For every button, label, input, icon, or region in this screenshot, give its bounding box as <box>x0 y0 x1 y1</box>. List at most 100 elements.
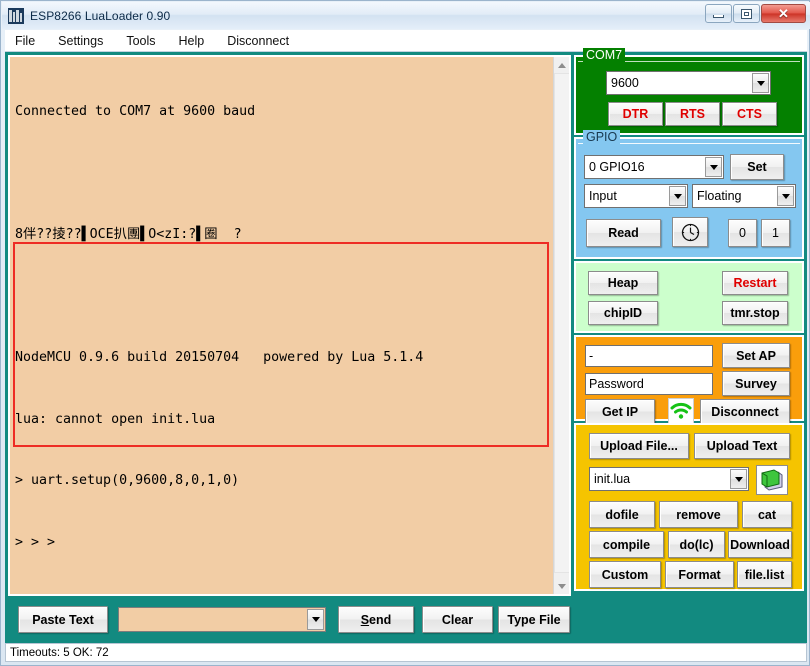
clock-icon <box>681 223 699 241</box>
terminal-line: 8伴??掕??▌OCE扒團▌O<zI:?▌圈 ? <box>15 227 242 242</box>
file-group: Upload File... Upload Text init.lua dofi <box>574 423 804 591</box>
terminal-panel: Connected to COM7 at 9600 baud 8伴??掕??▌O… <box>8 55 571 596</box>
send-label-rest: end <box>369 612 392 627</box>
gpio-group: GPIO 0 GPIO16 Set Input Floating Read 0 … <box>574 130 804 259</box>
paste-text-button[interactable]: Paste Text <box>18 606 108 633</box>
ssid-value: - <box>589 349 594 363</box>
chevron-down-icon <box>781 193 790 199</box>
scroll-up-button[interactable] <box>554 57 569 73</box>
chevron-down-icon <box>673 193 682 199</box>
chevron-down-icon-wrap[interactable] <box>777 186 794 206</box>
gpio-set-button[interactable]: Set <box>730 154 784 180</box>
gpio-read-button[interactable]: Read <box>586 219 661 247</box>
chevron-down-icon-wrap[interactable] <box>705 157 722 177</box>
tmr-stop-button[interactable]: tmr.stop <box>722 301 788 325</box>
heap-button[interactable]: Heap <box>588 271 658 295</box>
clear-button[interactable]: Clear <box>422 606 493 633</box>
send-label-accel: S <box>360 612 370 627</box>
window-title: ESP8266 LuaLoader 0.90 <box>30 8 171 23</box>
rts-button[interactable]: RTS <box>665 102 720 126</box>
format-button[interactable]: Format <box>665 561 734 588</box>
com-port-label: COM7 <box>583 48 626 62</box>
notebook-icon <box>761 469 783 491</box>
dtr-button[interactable]: DTR <box>608 102 663 126</box>
cts-button[interactable]: CTS <box>722 102 777 126</box>
type-file-button[interactable]: Type File <box>498 606 570 633</box>
compile-button[interactable]: compile <box>589 531 664 558</box>
close-icon: ✕ <box>778 6 789 21</box>
remove-button[interactable]: remove <box>659 501 738 528</box>
terminal-output[interactable]: Connected to COM7 at 9600 baud 8伴??掕??▌O… <box>10 57 554 594</box>
terminal-line: lua: cannot open init.lua <box>15 411 216 427</box>
get-ip-button[interactable]: Get IP <box>585 399 655 424</box>
right-panel: COM7 9600 DTR RTS CTS GPIO 0 GPIO16 Set … <box>574 48 804 659</box>
title-bar: ESP8266 LuaLoader 0.90 ✕ <box>2 2 810 29</box>
disconnect-button[interactable]: Disconnect <box>700 399 790 424</box>
menu-item-file[interactable]: File <box>13 33 37 49</box>
gpio-pull-select[interactable]: Floating <box>692 184 796 208</box>
upload-text-button[interactable]: Upload Text <box>694 433 790 459</box>
ssid-input[interactable]: - <box>585 345 713 367</box>
cat-button[interactable]: cat <box>742 501 792 528</box>
gpio-low-button[interactable]: 0 <box>728 219 757 247</box>
file-list-button[interactable]: file.list <box>737 561 792 588</box>
open-editor-button[interactable] <box>756 465 788 495</box>
baud-rate-value: 9600 <box>611 76 639 90</box>
gpio-label: GPIO <box>583 130 621 144</box>
baud-rate-select[interactable]: 9600 <box>606 71 771 95</box>
custom-button[interactable]: Custom <box>589 561 661 588</box>
upload-file-button[interactable]: Upload File... <box>589 433 689 459</box>
scroll-down-button[interactable] <box>554 578 569 594</box>
wifi-signal-indicator <box>668 398 694 424</box>
minimize-icon <box>713 14 724 18</box>
menu-item-settings[interactable]: Settings <box>56 33 105 49</box>
scrollbar-thumb[interactable] <box>554 73 569 573</box>
gpio-direction-select[interactable]: Input <box>584 184 688 208</box>
password-input[interactable]: Password <box>585 373 713 395</box>
chipid-button[interactable]: chipID <box>588 301 658 325</box>
set-ap-button[interactable]: Set AP <box>722 343 790 368</box>
menu-item-help[interactable]: Help <box>177 33 207 49</box>
filename-select[interactable]: init.lua <box>589 467 749 491</box>
gpio-high-button[interactable]: 1 <box>761 219 790 247</box>
status-bar: Timeouts: 5 OK: 72 <box>5 643 807 662</box>
command-history-dropdown[interactable] <box>307 609 324 630</box>
chevron-down-icon-wrap[interactable] <box>752 73 769 93</box>
close-button[interactable]: ✕ <box>761 4 806 23</box>
terminal-line: NodeMCU 0.9.6 build 20150704 powered by … <box>15 350 424 365</box>
gpio-direction-value: Input <box>589 189 617 203</box>
restart-button[interactable]: Restart <box>722 271 788 295</box>
send-button[interactable]: Send <box>338 606 414 633</box>
survey-button[interactable]: Survey <box>722 371 790 396</box>
chevron-down-icon <box>756 80 765 86</box>
gpio-pull-value: Floating <box>697 189 742 203</box>
gpio-pin-value: 0 GPIO16 <box>589 160 645 174</box>
chevron-down-icon <box>709 164 718 170</box>
chevron-down-icon <box>311 617 320 622</box>
node-command-group: Heap Restart chipID tmr.stop <box>574 261 804 333</box>
chevron-down-icon <box>558 583 566 589</box>
terminal-scrollbar[interactable] <box>553 57 569 594</box>
com-port-group: COM7 9600 DTR RTS CTS <box>574 48 804 135</box>
command-input[interactable] <box>118 607 326 632</box>
chevron-down-icon <box>734 476 743 482</box>
chevron-down-icon-wrap[interactable] <box>669 186 686 206</box>
download-button[interactable]: Download <box>728 531 792 558</box>
menu-item-tools[interactable]: Tools <box>124 33 157 49</box>
bottom-toolbar: Paste Text Send Clear Type File <box>8 600 571 640</box>
gpio-pin-select[interactable]: 0 GPIO16 <box>584 155 724 179</box>
chevron-down-icon-wrap[interactable] <box>730 469 747 489</box>
terminal-line: > > > <box>15 534 56 550</box>
filename-value: init.lua <box>594 472 631 486</box>
menu-item-disconnect[interactable]: Disconnect <box>225 33 291 49</box>
chevron-up-icon <box>558 62 566 68</box>
dolc-button[interactable]: do(lc) <box>668 531 725 558</box>
gpio-timer-button[interactable] <box>672 217 708 247</box>
maximize-button[interactable] <box>733 4 760 23</box>
minimize-button[interactable] <box>705 4 732 23</box>
terminal-line: > uart.setup(0,9600,8,0,1,0) <box>15 473 240 488</box>
client-area: Connected to COM7 at 9600 baud 8伴??掕??▌O… <box>5 48 807 662</box>
dofile-button[interactable]: dofile <box>589 501 655 528</box>
